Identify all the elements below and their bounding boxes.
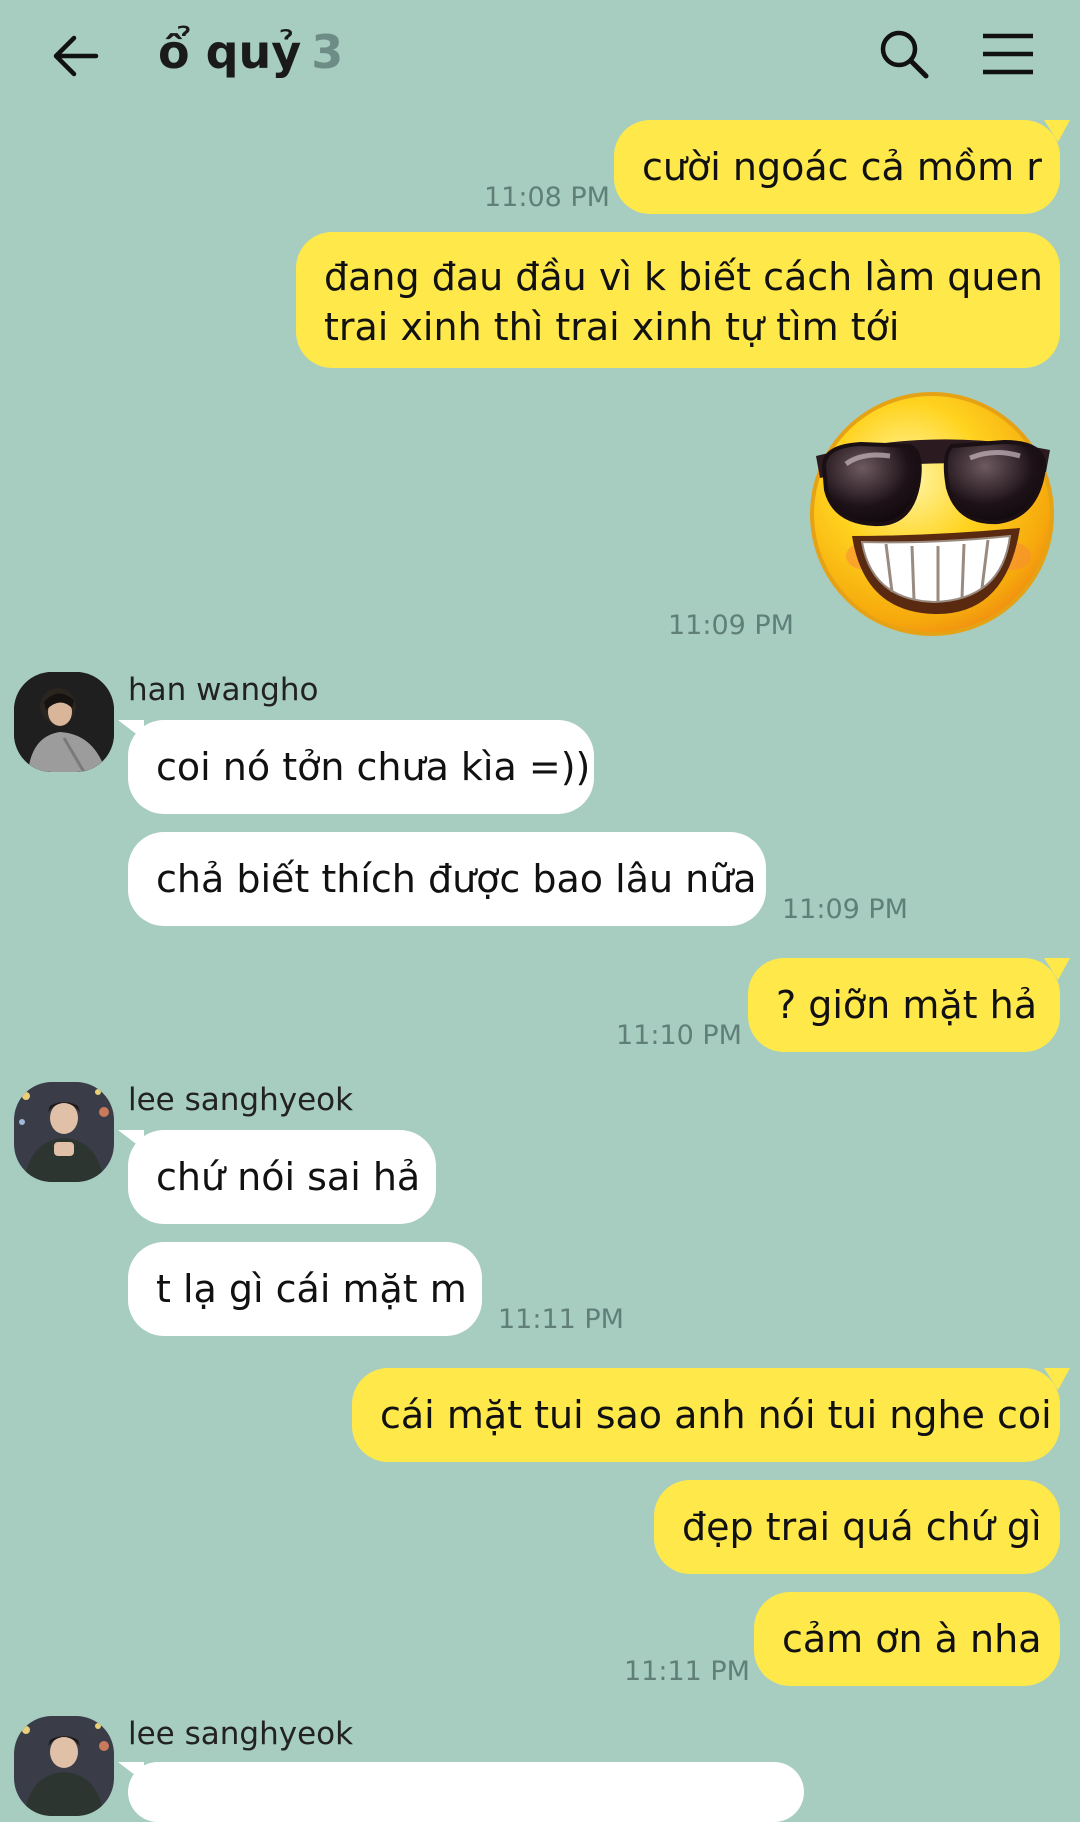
bubble-tail [1044,1368,1070,1390]
sender-name: lee sanghyeok [128,1082,354,1118]
message-timestamp: 11:09 PM [782,894,908,925]
message-timestamp: 11:09 PM [668,610,794,641]
avatar[interactable] [14,672,114,772]
menu-icon[interactable] [980,26,1036,82]
chat-title: ổ quỷ 3 [158,22,343,82]
my-message-bubble[interactable]: đẹp trai quá chứ gì [654,1480,1060,1574]
their-message-bubble[interactable]: coi nó tởn chưa kìa =)) [118,720,594,814]
message-text-line-2: trai xinh thì trai xinh tự tìm tới [324,305,900,349]
message-text: đẹp trai quá chứ gì [682,1505,1042,1549]
chat-header: ổ quỷ 3 [0,0,1080,110]
bubble-tail [1044,120,1070,142]
my-message-bubble[interactable]: đang đau đầu vì k biết cách làm quen tra… [296,232,1060,368]
bubble-tail [1044,958,1070,980]
message-text: ? giỡn mặt hả [776,983,1037,1027]
sender-name: lee sanghyeok [128,1716,354,1752]
their-message-bubble[interactable]: chứ nói sai hả [118,1130,436,1224]
member-count: 3 [311,25,344,79]
avatar[interactable] [14,1082,114,1182]
message-timestamp: 11:11 PM [498,1304,624,1335]
avatar[interactable] [14,1716,114,1816]
my-message-bubble[interactable]: cười ngoác cả mồm r [614,120,1070,214]
message-text: cái mặt tui sao anh nói tui nghe coi [380,1393,1052,1437]
back-arrow-icon[interactable] [48,28,104,84]
message-text: t lạ gì cái mặt m [156,1267,467,1311]
message-timestamp: 11:08 PM [484,182,610,213]
their-message-bubble[interactable]: chả biết thích được bao lâu nữa [128,832,766,926]
message-timestamp: 11:11 PM [624,1656,750,1687]
message-text: chả biết thích được bao lâu nữa [156,857,757,901]
message-timestamp: 11:10 PM [616,1020,742,1051]
chat-room-name: ổ quỷ [158,25,302,79]
search-icon[interactable] [876,26,932,82]
sender-name: han wangho [128,672,319,708]
sunglasses-emoji-sticker[interactable] [806,386,1058,638]
their-message-bubble[interactable]: t lạ gì cái mặt m [128,1242,482,1336]
bubble-tail [118,1130,144,1150]
message-text: cảm ơn à nha [782,1617,1042,1661]
message-text: chứ nói sai hả [156,1155,421,1199]
message-text: đang đau đầu vì k biết cách làm quen [324,255,1043,299]
my-message-bubble[interactable]: cảm ơn à nha [754,1592,1060,1686]
message-text: cười ngoác cả mồm r [642,145,1042,189]
my-message-bubble[interactable]: ? giỡn mặt hả [748,958,1070,1052]
their-message-bubble[interactable] [118,1762,804,1822]
my-message-bubble[interactable]: cái mặt tui sao anh nói tui nghe coi [352,1368,1070,1462]
bubble-tail [118,1762,144,1782]
bubble-tail [118,720,144,740]
message-text: coi nó tởn chưa kìa =)) [156,745,591,789]
